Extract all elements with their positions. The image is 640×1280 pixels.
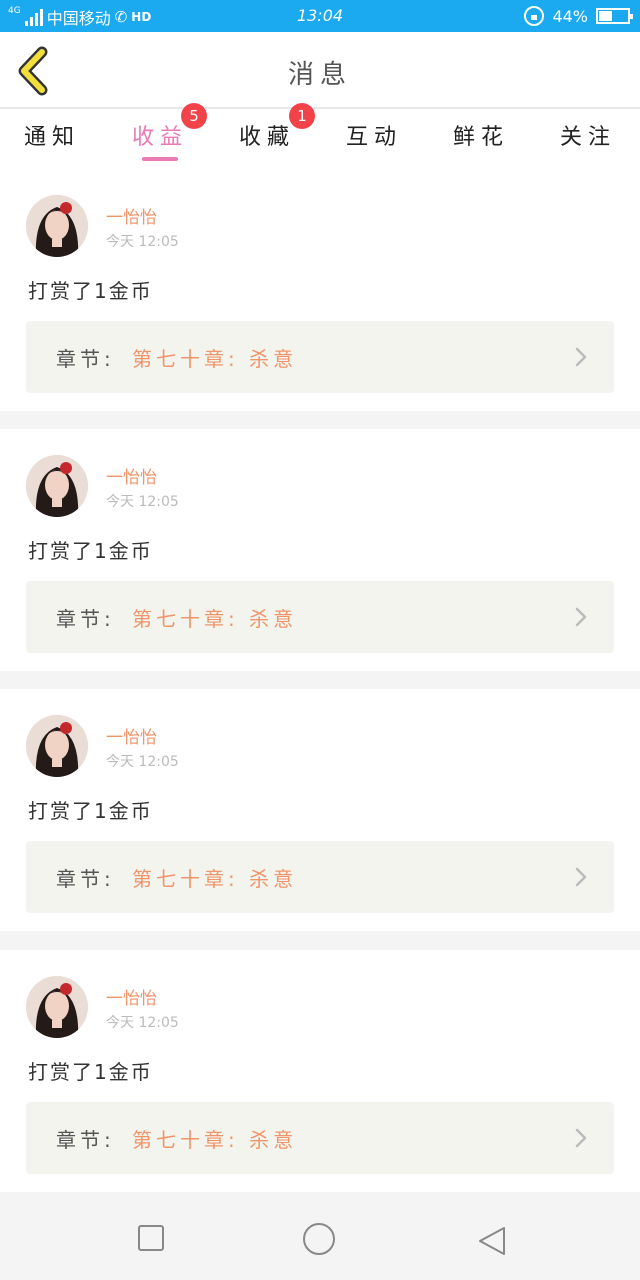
chevron-right-icon — [575, 347, 587, 367]
chapter-link[interactable]: 章节: 第七十章: 杀意 — [26, 1102, 614, 1174]
rotation-lock-icon — [524, 6, 545, 26]
status-right: 44% — [524, 6, 633, 26]
header-bar: 消息 — [0, 32, 640, 109]
recent-apps-icon[interactable] — [137, 1224, 165, 1252]
chapter-label: 章节: — [56, 867, 115, 891]
active-tab-indicator — [142, 157, 178, 161]
user-portrait-icon — [26, 715, 88, 777]
avatar[interactable] — [26, 976, 88, 1038]
chevron-right-icon — [575, 867, 587, 887]
tab-notifications[interactable]: 通知 — [2, 119, 102, 151]
message-card: 一怡怡 今天 12:05 打赏了1金币 章节: 第七十章: 杀意 — [0, 169, 640, 411]
tab-flowers[interactable]: 鲜花 — [431, 119, 531, 151]
message-content: 打赏了1金币 — [28, 279, 153, 303]
chevron-right-icon — [575, 607, 587, 627]
avatar[interactable] — [26, 195, 88, 257]
battery-percent: 44% — [552, 6, 588, 26]
message-content: 打赏了1金币 — [28, 1060, 153, 1084]
chapter-title: 第七十章: 杀意 — [132, 867, 298, 891]
tab-interactions[interactable]: 互动 — [324, 119, 424, 151]
user-name[interactable]: 一怡怡 — [106, 463, 157, 488]
user-name[interactable]: 一怡怡 — [106, 723, 157, 748]
chapter-link[interactable]: 章节: 第七十章: 杀意 — [26, 841, 614, 913]
user-portrait-icon — [26, 455, 88, 517]
tab-favorites-badge: 1 — [289, 103, 315, 129]
tab-follows[interactable]: 关注 — [538, 119, 638, 151]
message-card: 一怡怡 今天 12:05 打赏了1金币 章节: 第七十章: 杀意 — [0, 689, 640, 931]
message-time: 今天 12:05 — [106, 234, 179, 250]
user-portrait-icon — [26, 195, 88, 257]
chapter-title: 第七十章: 杀意 — [132, 1128, 298, 1152]
tab-earnings-badge: 5 — [181, 103, 207, 129]
chapter-title: 第七十章: 杀意 — [132, 607, 298, 631]
chevron-right-icon — [575, 1128, 587, 1148]
user-name[interactable]: 一怡怡 — [106, 984, 157, 1009]
message-time: 今天 12:05 — [106, 1015, 179, 1031]
user-name[interactable]: 一怡怡 — [106, 203, 157, 228]
message-time: 今天 12:05 — [106, 494, 179, 510]
chapter-link[interactable]: 章节: 第七十章: 杀意 — [26, 321, 614, 393]
message-content: 打赏了1金币 — [28, 539, 153, 563]
status-bar: 4G 中国移动 ✆ HD 13:04 44% — [0, 0, 640, 32]
page-title: 消息 — [287, 60, 352, 90]
avatar[interactable] — [26, 715, 88, 777]
tab-bar: 通知 收益 收藏 互动 鲜花 关注 5 1 — [0, 103, 640, 169]
chapter-label: 章节: — [56, 1128, 115, 1152]
message-time: 今天 12:05 — [106, 754, 179, 770]
battery-icon — [596, 8, 633, 24]
message-card: 一怡怡 今天 12:05 打赏了1金币 章节: 第七十章: 杀意 — [0, 950, 640, 1192]
back-icon[interactable] — [477, 1226, 507, 1256]
chapter-link[interactable]: 章节: 第七十章: 杀意 — [26, 581, 614, 653]
message-content: 打赏了1金币 — [28, 799, 153, 823]
chapter-title: 第七十章: 杀意 — [132, 347, 298, 371]
system-nav-bar — [0, 1192, 640, 1280]
battery-fill — [599, 11, 613, 21]
message-card: 一怡怡 今天 12:05 打赏了1金币 章节: 第七十章: 杀意 — [0, 429, 640, 671]
home-icon[interactable] — [302, 1222, 336, 1256]
chapter-label: 章节: — [56, 607, 115, 631]
user-portrait-icon — [26, 976, 88, 1038]
chapter-label: 章节: — [56, 347, 115, 371]
avatar[interactable] — [26, 455, 88, 517]
